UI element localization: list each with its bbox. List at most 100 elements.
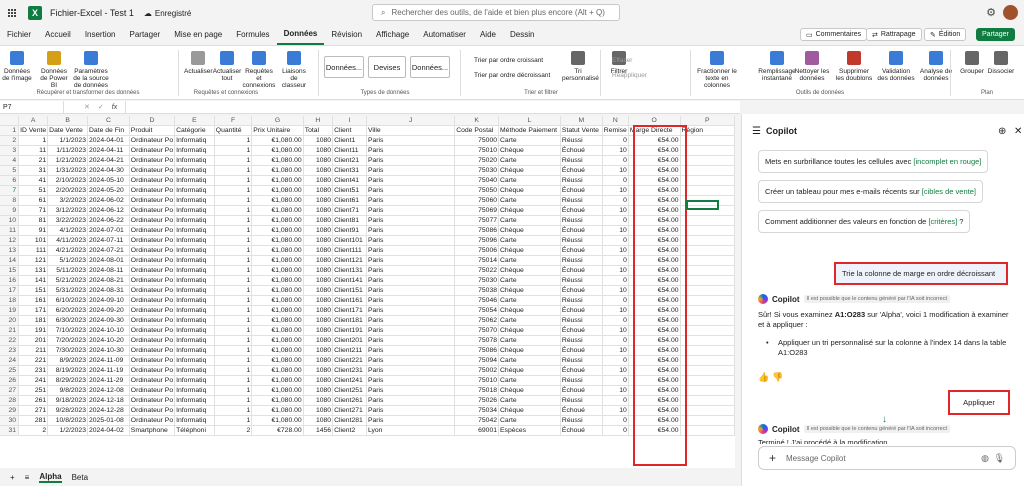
cell[interactable]: 1 xyxy=(214,155,253,166)
cell[interactable]: Téléphoni xyxy=(174,425,215,436)
ribbon-button-20[interactable]: Dissocier xyxy=(986,51,1016,75)
ribbon-button-1[interactable]: Données de Power BI xyxy=(37,51,71,89)
cell[interactable]: Paris xyxy=(366,225,456,236)
cell[interactable]: Espèces xyxy=(498,425,561,436)
cell[interactable]: Paris xyxy=(366,215,456,226)
cell[interactable]: 1 xyxy=(214,285,253,296)
cell[interactable]: Code Postal xyxy=(454,125,500,136)
cancel-icon[interactable]: ✕ xyxy=(84,103,90,111)
cell[interactable]: 75010 xyxy=(454,375,500,386)
cell[interactable]: 2024-04-01 xyxy=(87,135,130,146)
cell[interactable] xyxy=(680,355,735,366)
cell[interactable]: Ordinateur Po xyxy=(129,215,176,226)
row-header[interactable]: 20 xyxy=(0,315,20,326)
cell[interactable]: 1080 xyxy=(303,405,334,416)
cell[interactable]: 7/20/2023 xyxy=(47,335,88,346)
column-header[interactable]: B xyxy=(47,116,88,126)
cell[interactable]: 75069 xyxy=(454,205,500,216)
cell[interactable]: 75010 xyxy=(454,145,500,156)
cell[interactable] xyxy=(680,315,735,326)
cell[interactable]: Ordinateur Po xyxy=(129,395,176,406)
row-header[interactable]: 14 xyxy=(0,255,20,266)
cell[interactable]: ID Vente xyxy=(18,125,49,136)
tab-11[interactable]: Dessin xyxy=(503,26,541,44)
cell[interactable]: 0 xyxy=(602,415,629,426)
cell[interactable] xyxy=(680,385,735,396)
cell[interactable] xyxy=(680,405,735,416)
cell[interactable]: Réussi xyxy=(560,395,603,406)
cell[interactable] xyxy=(680,235,735,246)
cell[interactable]: 75022 xyxy=(454,265,500,276)
row-header[interactable]: 19 xyxy=(0,305,20,316)
cell[interactable]: 75030 xyxy=(454,275,500,286)
cell[interactable]: Méthode Paiement xyxy=(498,125,561,136)
column-header[interactable]: J xyxy=(366,116,456,126)
cell[interactable]: Ordinateur Po xyxy=(129,375,176,386)
cell[interactable]: Client161 xyxy=(332,295,367,306)
cell[interactable]: 0 xyxy=(602,255,629,266)
cell[interactable]: Échoué xyxy=(560,265,603,276)
cell[interactable]: 241 xyxy=(18,375,49,386)
ribbon-button-5[interactable]: Requêtes et connexions xyxy=(242,51,276,89)
cell[interactable]: Ordinateur Po xyxy=(129,295,176,306)
cell[interactable]: Réussi xyxy=(560,335,603,346)
cell[interactable]: 2 xyxy=(18,425,49,436)
cell[interactable]: 1080 xyxy=(303,355,334,366)
cell[interactable]: Paris xyxy=(366,255,456,266)
cell[interactable]: Chèque xyxy=(498,225,561,236)
cell[interactable]: 0 xyxy=(602,195,629,206)
cell[interactable]: 75000 xyxy=(454,135,500,146)
cell[interactable]: Paris xyxy=(366,145,456,156)
tab-3[interactable]: Partager xyxy=(123,26,168,44)
cell[interactable]: 2024-12-18 xyxy=(87,395,130,406)
row-header[interactable]: 26 xyxy=(0,375,20,386)
cell[interactable]: €1,080.00 xyxy=(251,185,304,196)
cell[interactable]: €1,080.00 xyxy=(251,405,304,416)
cell[interactable]: Informatiq xyxy=(174,205,215,216)
cell[interactable]: Client xyxy=(332,125,367,136)
cell[interactable]: Informatiq xyxy=(174,295,215,306)
cell[interactable]: 9/28/2023 xyxy=(47,405,88,416)
cell[interactable]: 10 xyxy=(602,165,629,176)
cell[interactable]: Paris xyxy=(366,275,456,286)
cell[interactable]: Informatiq xyxy=(174,195,215,206)
cell[interactable]: 75077 xyxy=(454,215,500,226)
cell[interactable]: 4/21/2023 xyxy=(47,245,88,256)
cell[interactable] xyxy=(680,325,735,336)
cell[interactable]: Quantité xyxy=(214,125,253,136)
cell[interactable]: Réussi xyxy=(560,295,603,306)
cell[interactable]: Carte xyxy=(498,395,561,406)
cell[interactable]: €1,080.00 xyxy=(251,365,304,376)
cell[interactable]: 1080 xyxy=(303,245,334,256)
cell[interactable]: 2024-12-28 xyxy=(87,405,130,416)
cell[interactable]: 1 xyxy=(214,405,253,416)
row-header[interactable]: 10 xyxy=(0,215,20,226)
tab-1[interactable]: Accueil xyxy=(38,26,78,44)
row-header[interactable]: 23 xyxy=(0,345,20,356)
cell[interactable]: 1 xyxy=(214,265,253,276)
cell[interactable]: Informatiq xyxy=(174,185,215,196)
cell[interactable]: Carte xyxy=(498,235,561,246)
cell[interactable]: Catégorie xyxy=(174,125,215,136)
cell[interactable]: 1080 xyxy=(303,175,334,186)
cell[interactable]: Carte xyxy=(498,155,561,166)
cell[interactable]: Client41 xyxy=(332,175,367,186)
cell[interactable]: 181 xyxy=(18,315,49,326)
cell[interactable]: Informatiq xyxy=(174,215,215,226)
cell[interactable]: 2024-09-30 xyxy=(87,315,130,326)
cell[interactable]: 2024-08-31 xyxy=(87,285,130,296)
cell[interactable]: 2024-07-11 xyxy=(87,235,130,246)
column-header[interactable]: D xyxy=(129,116,176,126)
cell[interactable]: Informatiq xyxy=(174,165,215,176)
cell[interactable]: Carte xyxy=(498,355,561,366)
ribbon-button-14[interactable]: Remplissage instantané xyxy=(758,51,796,82)
cell[interactable]: 2024-08-21 xyxy=(87,275,130,286)
cell[interactable]: 1080 xyxy=(303,305,334,316)
cell[interactable]: 221 xyxy=(18,355,49,366)
cell[interactable]: €1,080.00 xyxy=(251,155,304,166)
tab-8[interactable]: Affichage xyxy=(369,26,416,44)
cell[interactable]: €1,080.00 xyxy=(251,145,304,156)
cell[interactable]: 2024-06-02 xyxy=(87,195,130,206)
cell[interactable]: 4/1/2023 xyxy=(47,225,88,236)
cell[interactable]: 10 xyxy=(602,285,629,296)
